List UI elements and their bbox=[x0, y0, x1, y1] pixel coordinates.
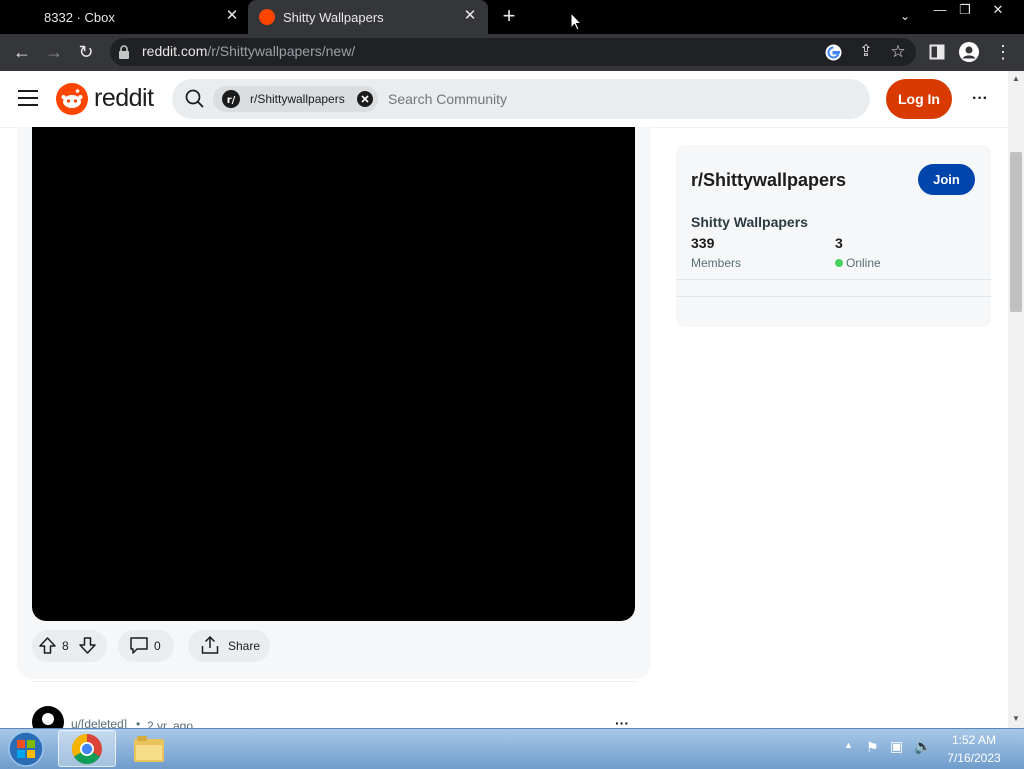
clear-chip-close-icon[interactable] bbox=[357, 91, 373, 107]
comment-bubble-icon bbox=[130, 637, 148, 654]
sidebar-divider bbox=[676, 279, 991, 280]
scroll-up-arrow-icon[interactable]: ▲ bbox=[1010, 74, 1022, 83]
forward-arrow-icon[interactable]: → bbox=[44, 42, 64, 62]
reload-icon[interactable]: ↻ bbox=[76, 42, 96, 62]
tab-title: Shitty Wallpapers bbox=[283, 10, 384, 25]
scroll-down-arrow-icon[interactable]: ▼ bbox=[1010, 714, 1022, 723]
new-tab-button[interactable]: + bbox=[500, 5, 518, 27]
reddit-logo-icon[interactable] bbox=[56, 83, 88, 115]
back-arrow-icon[interactable]: ← bbox=[12, 42, 32, 62]
post-media-image[interactable] bbox=[32, 127, 635, 621]
restore-window-icon[interactable]: ❐ bbox=[955, 0, 975, 20]
scrollbar-thumb[interactable] bbox=[1010, 152, 1022, 312]
post-age: 2 yr. ago bbox=[147, 719, 194, 728]
comment-count: 0 bbox=[154, 639, 161, 653]
join-button[interactable]: Join bbox=[918, 164, 975, 195]
close-window-icon[interactable]: ✕ bbox=[985, 0, 1011, 20]
members-label: Members bbox=[691, 256, 742, 270]
google-lens-g-icon[interactable] bbox=[825, 44, 842, 61]
bookmark-star-icon[interactable]: ☆ bbox=[888, 42, 908, 62]
volume-muted-icon[interactable]: 🔈 bbox=[914, 738, 931, 755]
members-count: 339 bbox=[691, 235, 715, 251]
browser-menu-icon[interactable]: ⋮ bbox=[994, 42, 1012, 62]
community-chip-label: r/Shittywallpapers bbox=[250, 92, 345, 106]
online-label: Online bbox=[846, 256, 881, 270]
next-post-header: u/[deleted] • 2 yr. ago ··· bbox=[0, 700, 1008, 728]
upvote-arrow-icon[interactable] bbox=[38, 636, 57, 655]
post-author[interactable]: u/[deleted] bbox=[71, 717, 127, 728]
hamburger-menu-icon[interactable] bbox=[18, 89, 38, 107]
close-tab-icon[interactable]: ✕ bbox=[224, 8, 240, 24]
reddit-favicon-icon bbox=[259, 9, 275, 25]
online-count: 3 bbox=[835, 235, 843, 251]
tab-title: 8332 · Cbox bbox=[44, 10, 115, 25]
subreddit-r-icon: r/ bbox=[222, 90, 240, 108]
post-overflow-menu-icon[interactable]: ··· bbox=[615, 715, 629, 728]
online-status-dot bbox=[835, 259, 843, 267]
share-upload-icon bbox=[201, 635, 219, 654]
meta-separator: • bbox=[136, 717, 141, 728]
share-page-icon[interactable]: ⇪ bbox=[856, 42, 876, 62]
lock-icon[interactable] bbox=[118, 45, 130, 59]
tab-cbox[interactable]: 8332 · Cbox ✕ bbox=[0, 0, 248, 34]
file-explorer-folder-icon[interactable] bbox=[132, 734, 166, 764]
mouse-cursor-icon bbox=[570, 12, 582, 31]
windows-start-button-icon[interactable] bbox=[6, 730, 46, 768]
side-panel-icon[interactable] bbox=[929, 44, 945, 60]
url-host: reddit.com bbox=[142, 43, 208, 59]
reddit-wordmark[interactable]: reddit bbox=[94, 84, 154, 113]
community-name: r/Shittywallpapers bbox=[691, 170, 847, 190]
deleted-user-avatar[interactable] bbox=[32, 706, 64, 728]
community-display-name: Shitty Wallpapers bbox=[691, 214, 808, 230]
search-input[interactable]: Search Community bbox=[388, 91, 507, 107]
svg-text:r/: r/ bbox=[227, 95, 236, 106]
log-in-button[interactable]: Log In bbox=[886, 79, 952, 119]
network-icon[interactable]: ▣ bbox=[890, 738, 903, 755]
show-hidden-icons-arrow-icon[interactable]: ▲ bbox=[844, 740, 853, 750]
clock-date[interactable]: 7/16/2023 bbox=[938, 751, 1010, 765]
clock-time[interactable]: 1:52 AM bbox=[938, 733, 1010, 747]
url-path: /r/Shittywallpapers/new/ bbox=[207, 43, 356, 59]
action-center-flag-icon[interactable]: ⚑ bbox=[866, 739, 879, 756]
minimize-window-icon[interactable]: — bbox=[930, 0, 950, 20]
search-icon bbox=[185, 89, 204, 108]
sidebar-divider bbox=[676, 296, 991, 297]
profile-avatar-icon[interactable] bbox=[959, 42, 979, 62]
downvote-arrow-icon[interactable] bbox=[78, 636, 97, 655]
tab-search-chevron-down-icon[interactable]: ⌄ bbox=[896, 6, 914, 26]
chrome-icon bbox=[71, 734, 102, 765]
vote-count: 8 bbox=[62, 639, 69, 653]
close-tab-icon[interactable]: ✕ bbox=[462, 8, 478, 24]
post-divider bbox=[32, 681, 636, 682]
overflow-menu-icon[interactable]: ··· bbox=[968, 90, 992, 108]
share-label: Share bbox=[228, 639, 261, 653]
url-text[interactable]: reddit.com/r/Shittywallpapers/new/ bbox=[142, 43, 355, 59]
tab-shitty-wallpapers[interactable]: Shitty Wallpapers ✕ bbox=[248, 0, 488, 34]
